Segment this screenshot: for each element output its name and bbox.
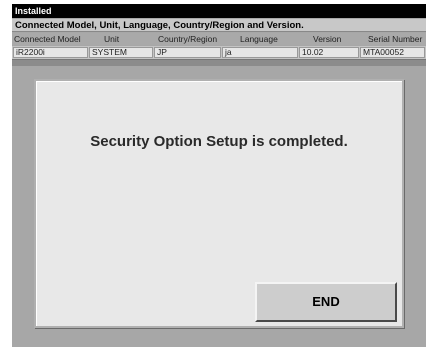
cell-country-region: JP [157, 47, 167, 57]
separator [12, 60, 426, 66]
cell-version: 10.02 [302, 47, 324, 57]
cell-language: ja [225, 47, 232, 57]
col-header-serial-number: Serial Number [368, 34, 423, 44]
completion-message: Security Option Setup is completed. [90, 133, 348, 150]
table-header-row: Connected Model Unit Country/Region Lang… [12, 33, 426, 45]
table-row: iR2200i SYSTEM JP ja 10.02 MTA00052 [12, 46, 426, 60]
cell-unit: SYSTEM [92, 47, 127, 57]
cell-serial-number: MTA00052 [363, 47, 404, 57]
installer-window: Installed Connected Model, Unit, Languag… [12, 4, 426, 347]
completion-dialog: Security Option Setup is completed. END [34, 79, 404, 328]
col-header-language: Language [240, 34, 278, 44]
info-header: Connected Model, Unit, Language, Country… [12, 19, 426, 32]
table-cell [222, 47, 298, 58]
col-header-version: Version [313, 34, 342, 44]
col-header-connected-model: Connected Model [14, 34, 81, 44]
end-button[interactable]: END [255, 282, 397, 322]
window-title: Installed [12, 4, 426, 18]
cell-connected-model: iR2200i [16, 47, 45, 57]
col-header-country-region: Country/Region [158, 34, 218, 44]
col-header-unit: Unit [104, 34, 120, 44]
